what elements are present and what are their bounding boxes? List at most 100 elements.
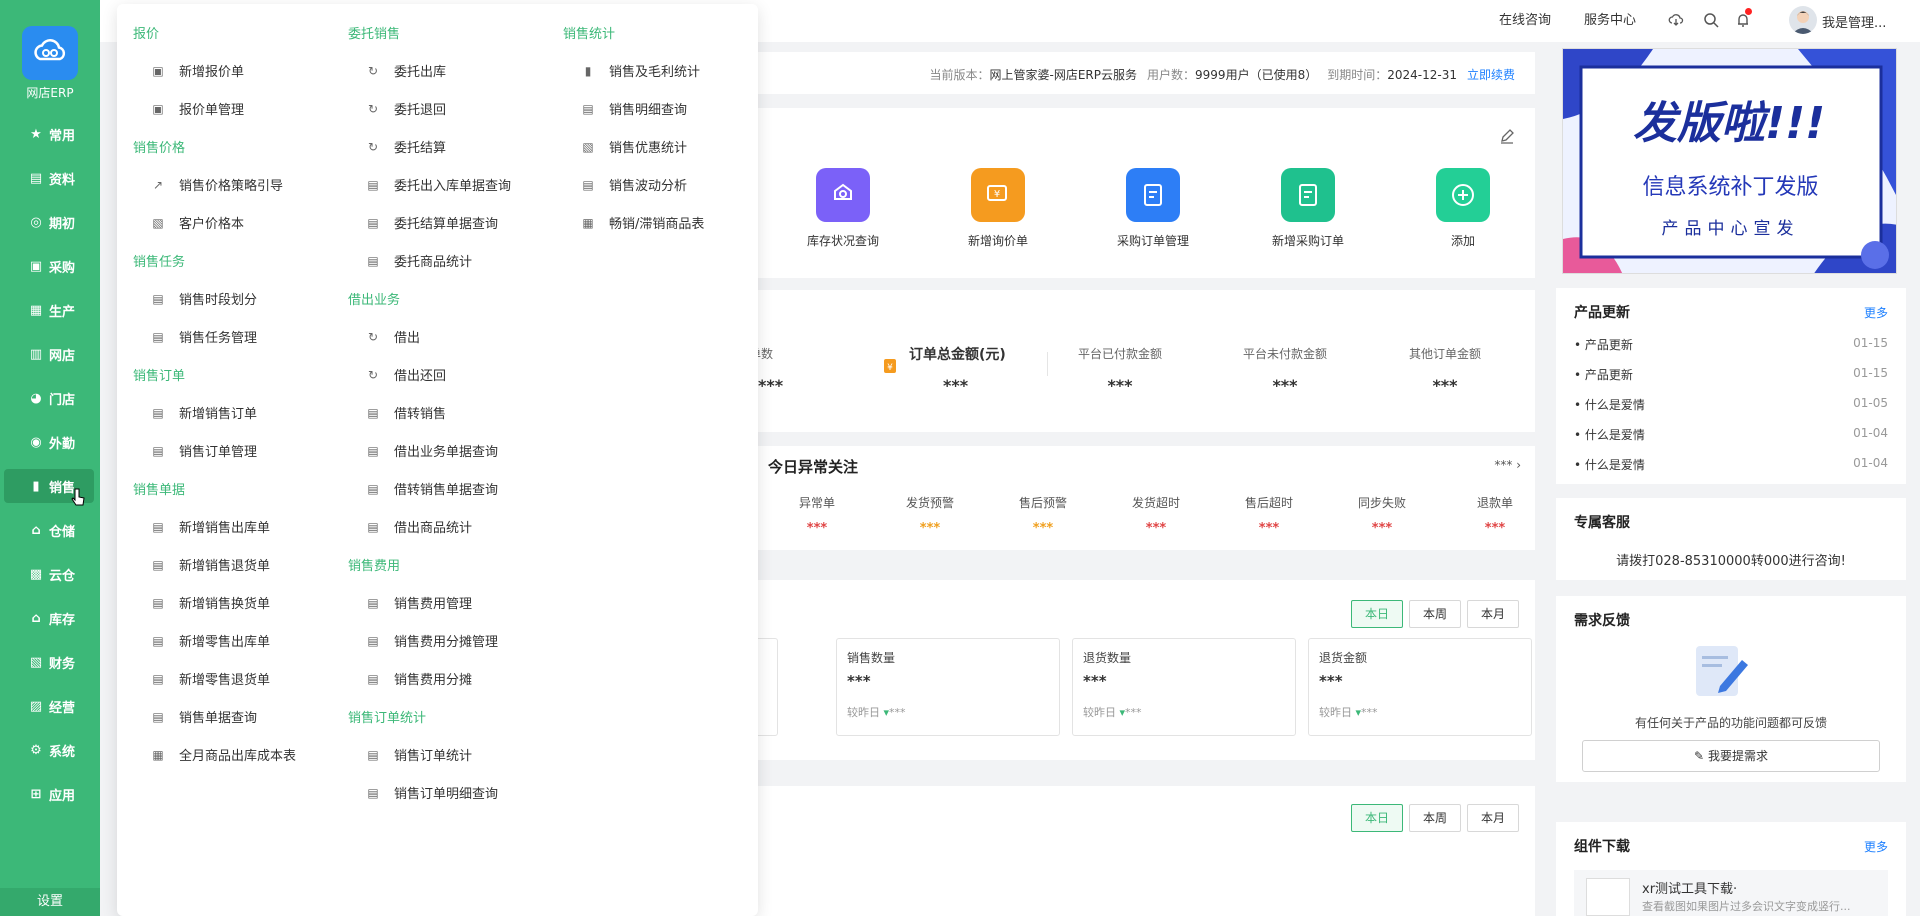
- version-value: 网上管家婆-网店ERP云服务: [989, 68, 1138, 82]
- period-tab-1-0[interactable]: 本日: [1351, 804, 1403, 832]
- product-update-panel: 产品更新 更多 • 产品更新 01-15 • 产品更新 01-15 • 什么是爱情 01-…: [1556, 288, 1906, 484]
- renew-link[interactable]: 立即续费: [1467, 68, 1515, 82]
- menu-item[interactable]: ▤ 销售单据查询: [151, 707, 257, 727]
- menu-item[interactable]: ▤ 销售明细查询: [581, 99, 687, 119]
- menu-item[interactable]: ▤ 销售订单管理: [151, 441, 257, 461]
- search-icon[interactable]: [1702, 11, 1720, 29]
- shortcut-2[interactable]: 采购订单管理: [1098, 168, 1208, 249]
- banner-headline: 发版啦!!!: [1633, 98, 1826, 149]
- menu-item[interactable]: ▤ 委托出入库单据查询: [366, 175, 511, 195]
- period-tab-0-0[interactable]: 本日: [1351, 600, 1403, 628]
- sidebar-item-6[interactable]: ◕ 门店: [4, 381, 94, 415]
- abnormal-item-5[interactable]: 同步失败 ***: [1352, 494, 1412, 536]
- period-tab-1-2[interactable]: 本月: [1467, 804, 1519, 832]
- menu-item[interactable]: ▤ 新增销售出库单: [151, 517, 270, 537]
- expire-value: 2024-12-31: [1387, 68, 1457, 82]
- menu-item[interactable]: ▧ 销售优惠统计: [581, 137, 687, 157]
- menu-item[interactable]: ▤ 新增零售出库单: [151, 631, 270, 651]
- avatar[interactable]: [1789, 6, 1817, 34]
- menu-item[interactable]: ▤ 委托结算单据查询: [366, 213, 498, 233]
- menu-item[interactable]: ▤ 销售任务管理: [151, 327, 257, 347]
- menu-item[interactable]: ▤ 销售时段划分: [151, 289, 257, 309]
- menu-item[interactable]: ▦ 畅销/滞销商品表: [581, 213, 704, 233]
- shortcut-1[interactable]: ¥ 新增询价单: [943, 168, 1053, 249]
- abnormal-more-link[interactable]: *** ›: [1494, 458, 1521, 472]
- news-item[interactable]: • 什么是爱情 01-04: [1574, 456, 1888, 473]
- menu-item[interactable]: ▤ 新增销售换货单: [151, 593, 270, 613]
- abnormal-value: ***: [1258, 521, 1280, 536]
- app-logo[interactable]: [22, 26, 78, 80]
- menu-item-label: 销售费用分摊: [394, 673, 473, 688]
- sidebar-item-0[interactable]: ★ 常用: [4, 117, 94, 151]
- menu-item[interactable]: ▤ 销售费用分摊管理: [366, 631, 498, 651]
- menu-item[interactable]: ↗ 销售价格策略引导: [151, 175, 283, 195]
- sidebar-item-1[interactable]: ▤ 资料: [4, 161, 94, 195]
- news-item[interactable]: • 产品更新 01-15: [1574, 366, 1888, 383]
- sidebar-item-11[interactable]: ⌂ 库存: [4, 601, 94, 635]
- sidebar-item-4[interactable]: ▦ 生产: [4, 293, 94, 327]
- menu-item[interactable]: ▤ 销售费用管理: [366, 593, 472, 613]
- menu-item[interactable]: ↻ 委托出库: [366, 61, 446, 81]
- period-tab-1-1[interactable]: 本周: [1409, 804, 1461, 832]
- menu-item[interactable]: ▤ 借转销售单据查询: [366, 479, 498, 499]
- abnormal-item-3[interactable]: 发货超时 ***: [1126, 494, 1186, 536]
- menu-item[interactable]: ↻ 委托退回: [366, 99, 446, 119]
- service-center-link[interactable]: 服务中心: [1584, 10, 1636, 32]
- sidebar-item-3[interactable]: ▣ 采购: [4, 249, 94, 283]
- menu-item[interactable]: ▤ 销售费用分摊: [366, 669, 473, 689]
- release-banner[interactable]: 发版啦!!! 信息系统补丁发版 产品中心宣发: [1562, 48, 1897, 274]
- menu-item[interactable]: ▤ 销售订单明细查询: [366, 783, 498, 803]
- menu-item[interactable]: ▤ 销售波动分析: [581, 175, 687, 195]
- menu-item[interactable]: ▤ 新增销售退货单: [151, 555, 270, 575]
- news-item[interactable]: • 产品更新 01-15: [1574, 336, 1888, 353]
- sidebar-item-9[interactable]: ⌂ 仓储: [4, 513, 94, 547]
- sidebar-item-14[interactable]: ⚙ 系统: [4, 733, 94, 767]
- period-tab-0-1[interactable]: 本周: [1409, 600, 1461, 628]
- stat-label: 销售数量: [847, 651, 896, 665]
- menu-item[interactable]: ↻ 借出还回: [366, 365, 446, 385]
- menu-item[interactable]: ↻ 借出: [366, 327, 420, 347]
- menu-item[interactable]: ▤ 新增销售订单: [151, 403, 257, 423]
- submit-request-button[interactable]: ✎ 我要提需求: [1582, 740, 1880, 772]
- sidebar-item-15[interactable]: ⊞ 应用: [4, 777, 94, 811]
- abnormal-item-1[interactable]: 发货预警 ***: [900, 494, 960, 536]
- sidebar-item-10[interactable]: ▩ 云仓: [4, 557, 94, 591]
- menu-item[interactable]: ▤ 销售订单统计: [366, 745, 472, 765]
- abnormal-value: ***: [1145, 521, 1167, 536]
- abnormal-item-2[interactable]: 售后预警 ***: [1013, 494, 1073, 536]
- menu-item[interactable]: ▦ 全月商品出库成本表: [151, 745, 296, 765]
- menu-item[interactable]: ▤ 借出商品统计: [366, 517, 473, 537]
- menu-item[interactable]: ▧ 客户价格本: [151, 213, 244, 233]
- sidebar-item-7[interactable]: ◉ 外勤: [4, 425, 94, 459]
- edit-icon[interactable]: [1499, 128, 1515, 148]
- shortcut-0[interactable]: 库存状况查询: [788, 168, 898, 249]
- menu-item[interactable]: ▮ 销售及毛利统计: [581, 61, 700, 81]
- menu-item[interactable]: ▤ 借出业务单据查询: [366, 441, 498, 461]
- menu-item-label: 借出商品统计: [394, 521, 473, 536]
- product-update-more[interactable]: 更多: [1864, 304, 1888, 321]
- menu-item[interactable]: ▣ 新增报价单: [151, 61, 244, 81]
- shortcut-3[interactable]: 新增采购订单: [1253, 168, 1363, 249]
- menu-item[interactable]: ▣ 报价单管理: [151, 99, 244, 119]
- menu-item[interactable]: ▤ 委托商品统计: [366, 251, 472, 271]
- download-more[interactable]: 更多: [1864, 838, 1888, 855]
- menu-item[interactable]: ▤ 借转销售: [366, 403, 446, 423]
- sidebar-item-2[interactable]: ◎ 期初: [4, 205, 94, 239]
- news-item[interactable]: • 什么是爱情 01-05: [1574, 396, 1888, 413]
- abnormal-item-0[interactable]: 异常单 ***: [787, 494, 847, 536]
- menu-item[interactable]: ↻ 委托结算: [366, 137, 446, 157]
- online-consult-link[interactable]: 在线咨询: [1499, 10, 1551, 32]
- abnormal-item-4[interactable]: 售后超时 ***: [1239, 494, 1299, 536]
- abnormal-item-6[interactable]: 退款单 ***: [1465, 494, 1525, 536]
- download-item[interactable]: xr测试工具下载· 查看截图如果图片过多会识文字变成竖行...: [1574, 870, 1888, 916]
- shortcut-4[interactable]: 添加: [1408, 168, 1518, 249]
- menu-item[interactable]: ▤ 新增零售退货单: [151, 669, 270, 689]
- sidebar-item-12[interactable]: ▧ 财务: [4, 645, 94, 679]
- sidebar-item-5[interactable]: ▥ 网店: [4, 337, 94, 371]
- sidebar-item-13[interactable]: ▨ 经营: [4, 689, 94, 723]
- news-item[interactable]: • 什么是爱情 01-04: [1574, 426, 1888, 443]
- cloud-download-icon[interactable]: [1667, 11, 1685, 29]
- user-name[interactable]: 我是管理...: [1822, 12, 1886, 31]
- settings-button[interactable]: 设置: [0, 888, 100, 916]
- period-tab-0-2[interactable]: 本月: [1467, 600, 1519, 628]
